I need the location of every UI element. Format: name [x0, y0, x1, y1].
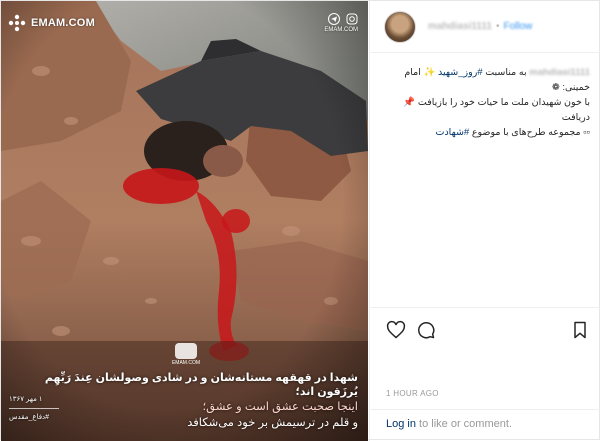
telegram-icon	[328, 13, 340, 25]
flower-icon: ❁	[551, 82, 560, 93]
hashtag-link-1[interactable]: #روز_شهید	[438, 67, 483, 78]
comment-icon[interactable]	[416, 320, 436, 340]
login-prompt-text: to like or comment.	[415, 418, 512, 430]
post-sidebar: mahdiasi1111 • Follow mahdiasi1111 به من…	[369, 1, 600, 441]
image-caption: شهدا در قهقهه مستانه‌شان و در شادی وصولش…	[13, 371, 358, 431]
heart-icon[interactable]	[386, 320, 406, 340]
social-handle-text: EMAM.COM	[324, 27, 358, 33]
instagram-icon	[346, 13, 358, 25]
follow-button[interactable]: Follow	[503, 21, 532, 32]
post-caption: mahdiasi1111 به مناسبت #روز_شهید ✨ امام …	[384, 65, 590, 140]
login-prompt: Log in to like or comment.	[370, 409, 600, 441]
username-link[interactable]: mahdiasi1111	[428, 21, 492, 32]
caption-text-1: به مناسبت	[485, 67, 527, 78]
meta-divider	[9, 408, 59, 409]
seal-text: EMAM.COM	[171, 360, 201, 366]
emam-seal: EMAM.COM	[166, 343, 206, 366]
seal-icon	[175, 343, 197, 359]
emam-brand: EMAM.COM	[7, 13, 95, 33]
image-meta: ۱ مهر ۱۳۶۷ #دفاع_مقدس	[9, 393, 59, 424]
header-separator: •	[495, 21, 500, 32]
caption-username[interactable]: mahdiasi1111	[529, 67, 590, 78]
post-header: mahdiasi1111 • Follow	[370, 1, 600, 53]
image-hashtag: #دفاع_مقدس	[9, 414, 50, 421]
caption-line-3: و قلم در ترسیمش بر خود می‌شکافد	[187, 417, 358, 429]
caption-text-5: مجموعه طرح‌های با موضوع	[471, 127, 581, 138]
caption-line-2: اینجا صحبت عشق است و عشق؛	[202, 401, 358, 413]
caption-line-1: شهدا در قهقهه مستانه‌شان و در شادی وصولش…	[44, 372, 358, 398]
sparkle-icon: ✨	[423, 67, 436, 78]
caption-text-3: با خون شهیدان ملت ما حیات خود را بازیافت	[417, 97, 590, 108]
emam-logo-icon	[8, 14, 26, 32]
instagram-post-frame: EMAM.COM EMAM.COM EMAM.COM شهدا در قهقهه…	[0, 0, 600, 441]
post-timestamp[interactable]: 1 HOUR AGO	[386, 389, 439, 398]
social-handles: EMAM.COM	[324, 13, 358, 33]
hashtag-link-2[interactable]: #شهادت	[436, 127, 470, 138]
pin-icon: 📌	[403, 97, 416, 108]
post-actions	[370, 307, 600, 341]
login-link[interactable]: Log in	[386, 418, 416, 430]
avatar[interactable]	[384, 10, 416, 43]
caption-text-4: دریافت	[561, 112, 590, 123]
post-image[interactable]: EMAM.COM EMAM.COM EMAM.COM شهدا در قهقهه…	[1, 1, 368, 441]
brand-name: EMAM.COM	[31, 17, 95, 29]
bookmark-icon[interactable]	[570, 320, 590, 340]
image-date: ۱ مهر ۱۳۶۷	[9, 396, 43, 403]
square-icon: ▫▫	[583, 127, 590, 138]
